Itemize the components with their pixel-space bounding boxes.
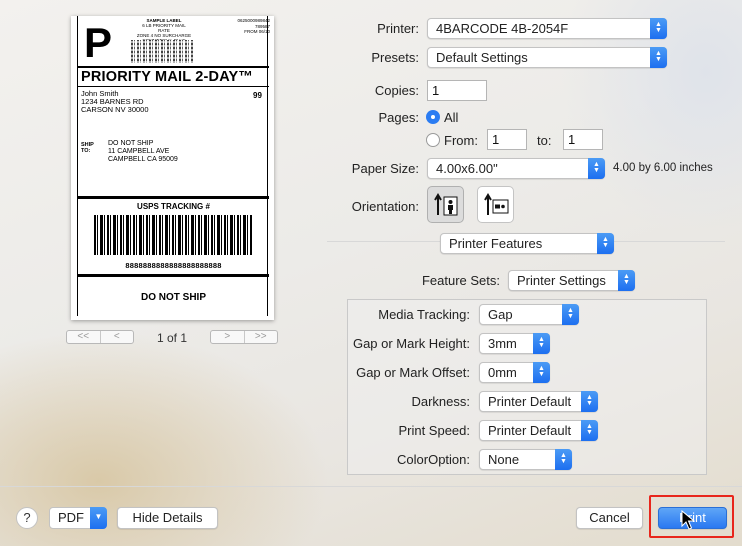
media-tracking-value: Gap (488, 307, 513, 322)
previous-page-button[interactable]: < (101, 331, 134, 343)
hide-details-button[interactable]: Hide Details (117, 507, 218, 529)
feature-sets-value: Printer Settings (517, 273, 606, 288)
popup-arrows-icon: ▲ ▼ (533, 333, 550, 354)
gap-height-value: 3mm (488, 336, 517, 351)
bottom-divider (0, 486, 742, 487)
first-page-button[interactable]: << (67, 331, 100, 343)
popup-arrows-icon: ▲ ▼ (581, 420, 598, 441)
orientation-label: Orientation: (351, 199, 419, 214)
to-line: DO NOT SHIP (108, 140, 154, 147)
page-nav-back: << < (66, 330, 134, 344)
printer-label: Printer: (377, 21, 419, 36)
portrait-icon (433, 192, 457, 215)
tracking-number: 8888888888888888888888 (125, 261, 222, 270)
service-letter: P (84, 19, 113, 66)
paper-size-label: Paper Size: (351, 161, 419, 176)
to-line: 11 CAMPBELL AVE (108, 148, 170, 155)
tracking-barcode (94, 215, 253, 255)
media-tracking-label: Media Tracking: (378, 307, 470, 322)
presets-select[interactable]: Default Settings ▲ ▼ (427, 47, 667, 68)
corner-line: FROM 06/10 (244, 29, 270, 34)
copies-label: Copies: (374, 83, 419, 98)
section-select[interactable]: Printer Features ▲ ▼ (440, 233, 614, 254)
label-title: PRIORITY MAIL 2-DAY™ (81, 69, 254, 85)
print-speed-value: Printer Default (488, 423, 572, 438)
popup-arrows-icon: ▲ ▼ (588, 158, 605, 179)
shipping-label: P SAMPLE LABEL 6 LB PRIORITY MAIL RATE Z… (77, 16, 270, 316)
pages-label: Pages: (378, 110, 419, 125)
pages-all-radio[interactable] (426, 110, 440, 124)
popup-arrows-icon: ▲ ▼ (533, 362, 550, 383)
divider (78, 66, 269, 68)
portrait-orientation-button[interactable] (427, 186, 464, 223)
gap-height-label: Gap or Mark Height: (352, 336, 470, 351)
pages-from-field[interactable]: 1 (487, 129, 527, 150)
pages-to-field[interactable]: 1 (563, 129, 603, 150)
pages-from-label: From: (444, 133, 478, 148)
feature-sets-select[interactable]: Printer Settings ▲ ▼ (508, 270, 635, 291)
label-code: 99 (253, 91, 262, 100)
mouse-pointer-icon (681, 510, 695, 530)
pdf-menu-button[interactable]: PDF ▼ (49, 507, 107, 529)
popup-arrows-icon: ▲ ▼ (650, 18, 667, 39)
cancel-button[interactable]: Cancel (576, 507, 643, 529)
popup-arrows-icon: ▲ ▼ (581, 391, 598, 412)
feature-sets-label: Feature Sets: (421, 273, 500, 288)
to-line: CAMPBELL CA 95009 (108, 156, 178, 163)
landscape-orientation-button[interactable] (477, 186, 514, 223)
copies-field[interactable]: 1 (427, 80, 487, 101)
ship-to-label: SHIP TO: (81, 142, 94, 154)
darkness-select[interactable]: Printer Default ▲ ▼ (479, 391, 598, 412)
label-footer: DO NOT SHIP (140, 292, 206, 303)
darkness-label: Darkness: (411, 394, 470, 409)
popup-arrows-icon: ▲ ▼ (562, 304, 579, 325)
2d-barcode-overlay (131, 40, 193, 63)
next-page-button[interactable]: > (211, 331, 244, 343)
last-page-button[interactable]: >> (245, 331, 278, 343)
section-value: Printer Features (449, 236, 543, 251)
divider (78, 196, 269, 199)
media-tracking-select[interactable]: Gap ▲ ▼ (479, 304, 579, 325)
gap-offset-select[interactable]: 0mm ▲ ▼ (479, 362, 550, 383)
paper-dimensions: 4.00 by 6.00 inches (613, 162, 713, 174)
print-speed-select[interactable]: Printer Default ▲ ▼ (479, 420, 598, 441)
tracking-label: USPS TRACKING # (137, 202, 210, 211)
color-option-label: ColorOption: (397, 452, 470, 467)
popup-arrows-icon: ▲ ▼ (650, 47, 667, 68)
chevron-down-icon: ▼ (90, 507, 107, 529)
popup-arrows-icon: ▲ ▼ (555, 449, 572, 470)
divider (78, 86, 269, 87)
popup-arrows-icon: ▲ ▼ (597, 233, 614, 254)
color-option-select[interactable]: None ▲ ▼ (479, 449, 572, 470)
landscape-icon (483, 192, 508, 215)
pages-to-label: to: (537, 133, 552, 148)
paper-size-select[interactable]: 4.00x6.00" ▲ ▼ (427, 158, 605, 179)
corner-info: 0625000989842 789587 FROM 06/10 (228, 18, 270, 35)
pdf-label: PDF (58, 510, 84, 525)
popup-arrows-icon: ▲ ▼ (618, 270, 635, 291)
page-nav-forward: > >> (210, 330, 278, 344)
from-line: CARSON NV 30000 (81, 105, 149, 114)
paper-size-value: 4.00x6.00" (436, 161, 498, 176)
to-address: DO NOT SHIP 11 CAMPBELL AVE CAMPBELL CA … (108, 140, 178, 164)
presets-label: Presets: (371, 50, 419, 65)
page-count: 1 of 1 (156, 331, 188, 345)
presets-value: Default Settings (436, 50, 528, 65)
label-preview: P SAMPLE LABEL 6 LB PRIORITY MAIL RATE Z… (71, 16, 274, 320)
divider (78, 274, 269, 277)
color-option-value: None (488, 452, 520, 467)
printer-value: 4BARCODE 4B-2054F (436, 21, 569, 36)
printer-select[interactable]: 4BARCODE 4B-2054F ▲ ▼ (427, 18, 667, 39)
pages-all-label: All (444, 110, 459, 125)
gap-offset-label: Gap or Mark Offset: (356, 365, 470, 380)
darkness-value: Printer Default (488, 394, 572, 409)
pages-range-radio[interactable] (426, 133, 440, 147)
sample-line: 6 LB PRIORITY MAIL RATE (142, 23, 186, 33)
ship-to-line: TO: (81, 148, 91, 154)
help-button[interactable]: ? (16, 507, 38, 529)
gap-offset-value: 0mm (488, 365, 517, 380)
print-speed-label: Print Speed: (398, 423, 470, 438)
from-address: John Smith 1234 BARNES RD CARSON NV 3000… (81, 90, 149, 114)
gap-height-select[interactable]: 3mm ▲ ▼ (479, 333, 550, 354)
